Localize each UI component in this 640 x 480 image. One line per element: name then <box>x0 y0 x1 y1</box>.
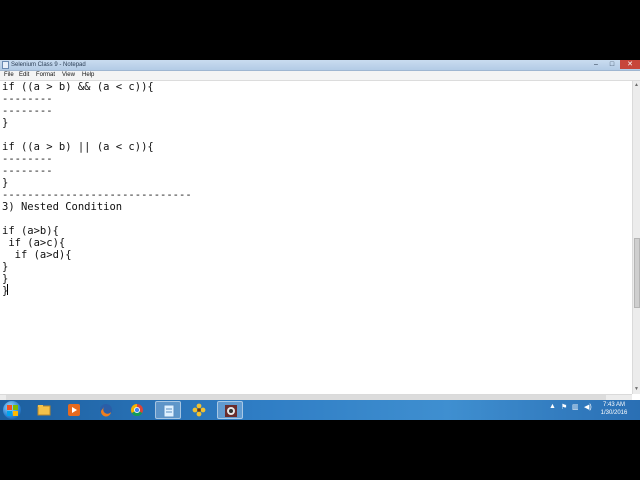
code-line: } <box>2 261 9 273</box>
volume-icon[interactable]: ◀) <box>584 403 592 411</box>
menu-view[interactable]: View <box>62 71 75 80</box>
chrome-icon <box>130 404 143 417</box>
code-line: -------- <box>2 153 53 165</box>
show-hidden-icon[interactable]: ▲ <box>549 403 556 410</box>
action-center-flag-icon[interactable]: ⚑ <box>561 403 567 411</box>
windows-logo-icon <box>7 405 12 410</box>
firefox-icon <box>100 404 112 417</box>
code-line: 3) Nested Condition <box>2 201 123 213</box>
menu-format[interactable]: Format <box>36 71 55 80</box>
taskbar: ▲ ⚑ ▥ ◀) 7:43 AM 1/30/2016 <box>0 400 640 420</box>
code-line: if ((a > b) || (a < c)){ <box>2 141 154 153</box>
scroll-down-arrow-icon[interactable]: ▼ <box>634 386 639 392</box>
menu-file[interactable]: File <box>4 71 14 80</box>
desktop-screen: Selenium Class 9 - Notepad – □ ✕ File Ed… <box>0 60 640 420</box>
code-line: if ((a > b) && (a < c)){ <box>2 81 154 93</box>
vertical-scrollbar[interactable]: ▲ ▼ <box>632 81 640 394</box>
notepad-app-icon[interactable] <box>2 61 9 69</box>
menu-help[interactable]: Help <box>82 71 94 80</box>
code-line: ------------------------------ <box>2 189 192 201</box>
taskbar-notepad-button[interactable] <box>155 401 181 419</box>
code-line: if (a>c){ <box>2 237 66 249</box>
taskbar-chrome-button[interactable] <box>124 401 150 419</box>
code-line: } <box>2 177 9 189</box>
folder-icon <box>37 405 51 416</box>
editor-text[interactable]: if ((a > b) && (a < c)){ -------- ------… <box>2 81 192 297</box>
taskbar-camera-app-button[interactable] <box>217 401 243 419</box>
text-cursor <box>7 284 8 295</box>
menu-edit[interactable]: Edit <box>19 71 29 80</box>
clock-date: 1/30/2016 <box>600 410 628 416</box>
media-player-icon <box>68 404 80 416</box>
taskbar-explorer-button[interactable] <box>31 401 57 419</box>
code-line: } <box>2 117 9 129</box>
menu-bar: File Edit Format View Help <box>0 71 640 81</box>
flower-icon <box>192 403 206 417</box>
vertical-scroll-thumb[interactable] <box>634 238 640 308</box>
clock-time: 7:43 AM <box>602 402 625 408</box>
maximize-button[interactable]: □ <box>604 60 620 69</box>
taskbar-firefox-button[interactable] <box>93 401 119 419</box>
system-clock[interactable]: 7:43 AM 1/30/2016 <box>595 401 633 417</box>
scroll-up-arrow-icon[interactable]: ▲ <box>634 82 639 88</box>
taskbar-media-player-button[interactable] <box>61 401 87 419</box>
text-editor-area[interactable]: if ((a > b) && (a < c)){ -------- ------… <box>0 81 632 394</box>
code-line: if (a>d){ <box>2 249 72 261</box>
window-title: Selenium Class 9 - Notepad <box>11 62 86 68</box>
taskbar-flower-app-button[interactable] <box>186 401 212 419</box>
code-line: -------- <box>2 93 53 105</box>
code-line: if (a>b){ <box>2 225 59 237</box>
code-line: -------- <box>2 165 53 177</box>
title-bar[interactable]: Selenium Class 9 - Notepad – □ ✕ <box>0 60 640 71</box>
camera-icon <box>225 405 237 417</box>
minimize-button[interactable]: – <box>588 60 604 69</box>
network-icon[interactable]: ▥ <box>572 403 579 411</box>
notepad-icon <box>163 404 175 418</box>
start-button[interactable] <box>3 401 21 419</box>
code-line: -------- <box>2 105 53 117</box>
close-button[interactable]: ✕ <box>620 60 640 69</box>
